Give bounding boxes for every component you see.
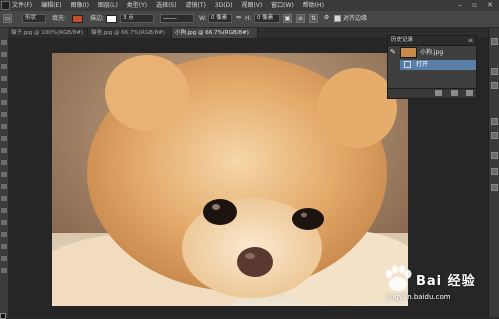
healing-tool-icon[interactable] bbox=[1, 112, 7, 117]
menu-filter[interactable]: 滤镜(T) bbox=[186, 0, 206, 11]
menu-list: 文件(F) 编辑(E) 图像(I) 图层(L) 类型(Y) 选择(S) 滤镜(T… bbox=[12, 0, 331, 11]
watermark-url: jingyan.baidu.com bbox=[386, 293, 451, 301]
history-brush-source-icon[interactable]: ✎ bbox=[390, 48, 398, 56]
eraser-tool-icon[interactable] bbox=[1, 160, 7, 165]
height-field[interactable]: 0 像素 bbox=[254, 14, 280, 23]
menu-select[interactable]: 选择(S) bbox=[156, 0, 177, 11]
history-panel-footer bbox=[388, 88, 476, 98]
stroke-label: 描边: bbox=[90, 15, 105, 22]
pen-tool-icon[interactable] bbox=[1, 208, 7, 213]
window-controls[interactable]: – ▫ ✕ bbox=[458, 1, 497, 10]
menu-layer[interactable]: 图层(L) bbox=[98, 0, 118, 11]
blur-tool-icon[interactable] bbox=[1, 184, 7, 189]
eyedropper-tool-icon[interactable] bbox=[1, 100, 7, 105]
new-snapshot-icon[interactable] bbox=[451, 90, 458, 96]
marquee-tool-icon[interactable] bbox=[1, 52, 7, 57]
gradient-tool-icon[interactable] bbox=[1, 172, 7, 177]
delete-state-icon[interactable] bbox=[466, 90, 473, 96]
character-panel-icon[interactable] bbox=[491, 118, 498, 125]
shape-tool-icon-left[interactable] bbox=[1, 244, 7, 249]
history-panel-title: 历史记录 bbox=[391, 37, 414, 43]
zoom-tool-icon[interactable] bbox=[1, 268, 7, 273]
path-arrange-icon[interactable]: ⇅ bbox=[309, 14, 318, 23]
tab-document-2[interactable]: 猫爸.jpg @ 66.7%(RGB/8#) bbox=[88, 28, 172, 38]
path-ops-icon[interactable]: ▣ bbox=[283, 14, 292, 23]
menu-3d[interactable]: 3D(D) bbox=[215, 0, 233, 11]
options-bar: ▭ 形状 填充: 描边: 3 点 —— W: 0 像素 ⇔ H: 0 像素 ▣ … bbox=[0, 11, 499, 28]
menu-view[interactable]: 视图(V) bbox=[241, 0, 262, 11]
paths-panel-icon[interactable] bbox=[491, 184, 498, 191]
width-label: W: bbox=[199, 15, 207, 22]
link-icon[interactable]: ⇔ bbox=[234, 14, 243, 23]
gear-icon[interactable]: ⚙ bbox=[322, 14, 331, 23]
photoshop-logo-icon bbox=[1, 1, 10, 10]
paragraph-panel-icon[interactable] bbox=[491, 132, 498, 139]
stroke-color-swatch[interactable] bbox=[106, 15, 117, 23]
tab-document-3[interactable]: 小狗.jpg @ 66.7%(RGB/8#) bbox=[172, 28, 258, 38]
channels-panel-icon[interactable] bbox=[491, 168, 498, 175]
snapshot-name: 小狗.jpg bbox=[420, 49, 444, 56]
menu-image[interactable]: 图像(I) bbox=[70, 0, 88, 11]
hand-tool-icon[interactable] bbox=[1, 256, 7, 261]
history-panel-header: 历史记录 ≡ bbox=[388, 36, 476, 46]
baidu-paw-icon bbox=[385, 265, 412, 291]
menu-file[interactable]: 文件(F) bbox=[12, 0, 32, 11]
menu-bar: 文件(F) 编辑(E) 图像(I) 图层(L) 类型(Y) 选择(S) 滤镜(T… bbox=[0, 0, 499, 11]
panel-menu-icon[interactable]: ≡ bbox=[468, 36, 473, 45]
history-panel-icon[interactable] bbox=[491, 38, 498, 45]
tab-document-1[interactable]: 猫子.jpg @ 100%(RGB/8#) bbox=[8, 28, 88, 38]
path-align-icon[interactable]: ≡ bbox=[296, 14, 305, 23]
magic-wand-tool-icon[interactable] bbox=[1, 76, 7, 81]
path-select-tool-icon[interactable] bbox=[1, 232, 7, 237]
watermark-logo-text: Bai 经验 bbox=[416, 274, 476, 289]
fill-color-swatch[interactable] bbox=[72, 15, 83, 23]
lasso-tool-icon[interactable] bbox=[1, 64, 7, 69]
baidu-watermark: Bai 经验 jingyan.baidu.com bbox=[383, 265, 491, 305]
type-tool-icon[interactable] bbox=[1, 220, 7, 225]
menu-window[interactable]: 窗口(W) bbox=[271, 0, 294, 11]
properties-panel-icon[interactable] bbox=[491, 68, 498, 75]
shape-mode-select[interactable]: 形状 bbox=[22, 14, 46, 23]
history-state-label: 打开 bbox=[416, 61, 429, 68]
history-state-open[interactable]: 打开 bbox=[400, 60, 476, 70]
stroke-type-select[interactable]: —— bbox=[160, 14, 194, 23]
menu-help[interactable]: 帮助(H) bbox=[303, 0, 324, 11]
foreground-color-swatch[interactable] bbox=[0, 313, 6, 319]
align-edges-checkbox[interactable] bbox=[334, 15, 341, 22]
brush-tool-icon[interactable] bbox=[1, 124, 7, 129]
shape-tool-icon[interactable]: ▭ bbox=[3, 14, 12, 23]
width-field[interactable]: 0 像素 bbox=[208, 14, 232, 23]
history-brush-tool-icon[interactable] bbox=[1, 148, 7, 153]
menu-type[interactable]: 类型(Y) bbox=[127, 0, 147, 11]
align-edges-label: 对齐边缘 bbox=[343, 15, 368, 22]
fill-label: 填充: bbox=[52, 15, 67, 22]
menu-edit[interactable]: 编辑(E) bbox=[41, 0, 61, 11]
document-state-icon bbox=[404, 61, 411, 68]
crop-tool-icon[interactable] bbox=[1, 88, 7, 93]
history-snapshot[interactable]: ✎ 小狗.jpg bbox=[388, 46, 476, 59]
clone-stamp-tool-icon[interactable] bbox=[1, 136, 7, 141]
dodge-tool-icon[interactable] bbox=[1, 196, 7, 201]
new-document-from-state-icon[interactable] bbox=[435, 90, 442, 96]
stroke-size-field[interactable]: 3 点 bbox=[120, 14, 154, 23]
snapshot-thumbnail bbox=[400, 47, 417, 58]
height-label: H: bbox=[245, 15, 252, 22]
dog-photo[interactable] bbox=[52, 53, 408, 306]
layers-panel-icon[interactable] bbox=[491, 152, 498, 159]
move-tool-icon[interactable] bbox=[1, 40, 7, 45]
history-panel: 历史记录 ≡ ✎ 小狗.jpg 打开 bbox=[387, 35, 477, 99]
info-panel-icon[interactable] bbox=[491, 82, 498, 89]
